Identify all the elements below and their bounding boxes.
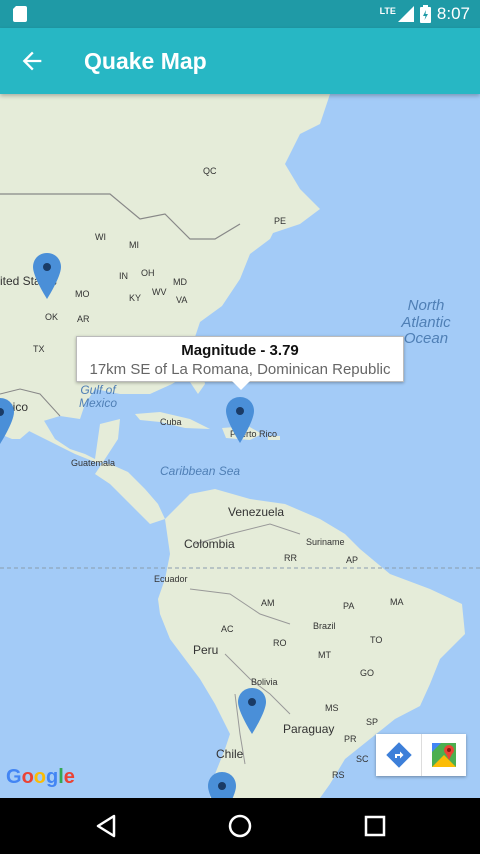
map-label-am: AM: [261, 598, 275, 608]
map-label-pe: PE: [274, 216, 287, 226]
map-label-go: GO: [360, 668, 375, 678]
map-label-pa: PA: [343, 601, 355, 611]
map-label-oh: OH: [141, 268, 155, 278]
map-label-va: VA: [176, 295, 188, 305]
map-label-ecuador: Ecuador: [154, 574, 188, 584]
sd-card-icon: [13, 6, 27, 22]
map-label-paraguay: Paraguay: [283, 722, 335, 736]
map-label-chile: Chile: [216, 747, 244, 761]
ocean-label-north-atlantic: North Atlantic Ocean: [401, 297, 451, 347]
map-label-guatemala: Guatemala: [71, 458, 116, 468]
map-label-sc: SC: [356, 754, 369, 764]
map-label-mt: MT: [318, 650, 331, 660]
ocean-label-gulf-of-mexico: Gulf of Mexico: [78, 383, 117, 410]
marker-puerto-rico[interactable]: [226, 397, 254, 443]
map-label-pr: PR: [344, 734, 357, 744]
app-bar: Quake Map: [0, 28, 480, 94]
ocean-label-caribbean-sea: Caribbean Sea: [160, 464, 241, 478]
google-maps-icon: [432, 743, 456, 767]
map-label-ma: MA: [390, 597, 404, 607]
marker-chile-south[interactable]: [208, 772, 236, 798]
map-label-to: TO: [370, 635, 383, 645]
map-label-tx: TX: [33, 344, 45, 354]
map-label-md: MD: [173, 277, 187, 287]
map-label-ky: KY: [129, 293, 142, 303]
google-logo: Google: [6, 766, 75, 788]
arrow-back-icon[interactable]: [18, 47, 46, 75]
signal-icon: [397, 6, 414, 22]
map-label-colombia: Colombia: [184, 537, 235, 551]
map-label-cuba: Cuba: [160, 417, 182, 427]
map-label-brazil: Brazil: [313, 621, 336, 631]
map-label-mo: MO: [75, 289, 90, 299]
navigation-bar: [0, 798, 480, 854]
map-label-ar: AR: [77, 314, 90, 324]
map-label-ro: RO: [273, 638, 287, 648]
marker-info-window[interactable]: Magnitude - 3.79 17km SE of La Romana, D…: [76, 336, 404, 390]
map-toolbar: [376, 734, 466, 776]
marker-chile[interactable]: [238, 688, 266, 734]
map-label-venezuela: Venezuela: [228, 505, 285, 519]
page-title: Quake Map: [84, 48, 207, 74]
info-window-title: Magnitude - 3.79: [181, 342, 299, 359]
marker-oklahoma[interactable]: [33, 253, 61, 299]
status-bar: LTE 8:07: [0, 0, 480, 28]
info-window-snippet: 17km SE of La Romana, Dominican Republic: [89, 361, 391, 378]
map-label-sp: SP: [366, 717, 379, 727]
status-time: 8:07: [436, 4, 470, 23]
recents-square-icon[interactable]: [361, 812, 389, 840]
map-label-rr: RR: [284, 553, 297, 563]
marker-mexico[interactable]: [0, 398, 14, 444]
map-view[interactable]: QC PE WI MI ited States IN OH MD MO KY W…: [0, 94, 480, 798]
map-label-in: IN: [119, 271, 128, 281]
map-label-bolivia: Bolivia: [251, 677, 278, 687]
map-label-ac: AC: [221, 624, 234, 634]
map-label-ap: AP: [346, 555, 359, 565]
map-label-qc: QC: [203, 166, 217, 176]
home-circle-icon[interactable]: [226, 812, 254, 840]
map-label-wi: WI: [95, 232, 106, 242]
info-window-tail: [232, 381, 250, 390]
back-triangle-icon[interactable]: [92, 812, 120, 840]
map-label-suriname: Suriname: [306, 537, 345, 547]
map-label-mi: MI: [129, 240, 139, 250]
lte-label: LTE: [379, 6, 396, 16]
map-label-peru: Peru: [193, 643, 219, 657]
map-label-rs: RS: [332, 770, 345, 780]
open-in-maps-button[interactable]: [421, 734, 466, 776]
status-icons: LTE 8:07: [380, 4, 470, 24]
map-label-ok: OK: [45, 312, 59, 322]
map-label-wv: WV: [152, 287, 167, 297]
battery-icon: [419, 5, 431, 23]
directions-button[interactable]: [376, 734, 421, 776]
map-label-ms: MS: [325, 703, 339, 713]
directions-icon: [385, 742, 412, 768]
